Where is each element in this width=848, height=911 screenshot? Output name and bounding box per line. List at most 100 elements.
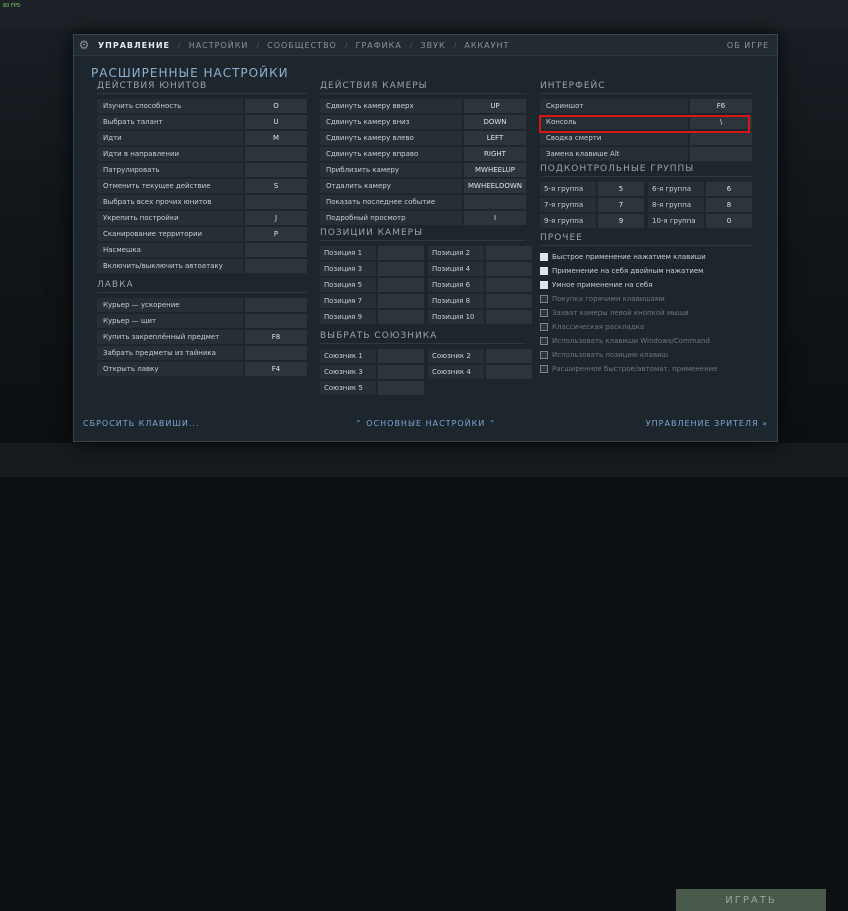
option-checkbox-row[interactable]: Умное применение на себя [540,278,752,292]
checkbox-label: Применение на себя двойным нажатием [552,267,704,275]
option-checkbox-row[interactable]: Расширенное быстрое/автомат. применение [540,362,752,376]
spectator-controls-link[interactable]: УПРАВЛЕНИЕ ЗРИТЕЛЯ » [646,419,768,428]
grid-keybind-key-field[interactable] [486,294,532,308]
tab-controls[interactable]: УПРАВЛЕНИЕ [98,41,170,50]
keybind-key-field[interactable]: U [245,115,307,129]
grid-keybind-key-field[interactable] [378,381,424,395]
keybind-key-field[interactable]: P [245,227,307,241]
grid-keybind-key-field[interactable] [378,262,424,276]
grid-keybind-row: 6-я группа 6 [648,181,752,197]
grid-keybind-key-field[interactable]: 5 [598,182,644,196]
keybind-label: Показать последнее событие [320,195,462,209]
keybind-key-field[interactable] [245,147,307,161]
option-checkbox-row[interactable]: Применение на себя двойным нажатием [540,264,752,278]
keybind-key-field[interactable] [245,298,307,312]
keybind-row: Забрать предметы из тайника [97,345,307,361]
tab-settings[interactable]: НАСТРОЙКИ [189,41,249,50]
grid-keybind-key-field[interactable] [486,365,532,379]
basic-settings-link[interactable]: ⌃ ОСНОВНЫЕ НАСТРОЙКИ ⌃ [355,419,497,428]
option-checkbox-row[interactable]: Покупка горячими клавишами [540,292,752,306]
tab-sound[interactable]: ЗВУК [420,41,445,50]
keybind-label: Скриншот [540,99,688,113]
keybind-key-field[interactable]: RIGHT [464,147,526,161]
keybind-key-field[interactable] [245,195,307,209]
checkbox[interactable] [540,351,548,359]
grid-keybind-key-field[interactable] [378,349,424,363]
keybind-key-field[interactable] [690,131,752,145]
keybind-key-field[interactable] [245,346,307,360]
grid-keybind-key-field[interactable] [486,262,532,276]
tab-graphics[interactable]: ГРАФИКА [356,41,402,50]
grid-keybind-label: Союзник 4 [428,365,484,379]
grid-keybind-key-field[interactable]: 0 [706,214,752,228]
grid-keybind-key-field[interactable] [378,246,424,260]
grid-keybind-key-field[interactable] [486,349,532,363]
grid-keybind-key-field[interactable] [486,278,532,292]
option-checkbox-row[interactable]: Захват камеры левой кнопкой мыши [540,306,752,320]
keybind-key-field[interactable]: UP [464,99,526,113]
keybind-row: Выбрать талант U [97,114,307,130]
option-checkbox-row[interactable]: Использовать позицию клавиш [540,348,752,362]
grid-keybind-key-field[interactable]: 6 [706,182,752,196]
checkbox[interactable] [540,323,548,331]
grid-keybind-label: Позиция 8 [428,294,484,308]
section-title-positions: ПОЗИЦИИ КАМЕРЫ [320,228,526,241]
keybind-key-field[interactable]: F4 [245,362,307,376]
grid-keybind-key-field[interactable] [378,365,424,379]
keybind-row: Включить/выключить автоатаку [97,258,307,274]
checkbox[interactable] [540,365,548,373]
play-button[interactable]: ИГРАТЬ [676,889,826,911]
keybind-key-field[interactable]: DOWN [464,115,526,129]
keybind-row: Выбрать всех прочих юнитов [97,194,307,210]
grid-keybind-key-field[interactable] [378,310,424,324]
checkbox[interactable] [540,253,548,261]
about-game-link[interactable]: ОБ ИГРЕ [727,41,769,50]
keybind-key-field[interactable]: O [245,99,307,113]
keybind-key-field[interactable] [245,163,307,177]
reset-keys-link[interactable]: СБРОСИТЬ КЛАВИШИ... [83,419,200,428]
keybind-key-field[interactable]: F6 [690,99,752,113]
keybind-row: Купить закреплённый предмет F8 [97,329,307,345]
checkbox[interactable] [540,267,548,275]
console-highlight-box [539,115,750,133]
grid-keybind-label: 9-я группа [540,214,596,228]
grid-keybind-key-field[interactable] [378,278,424,292]
section-title-shop: ЛАВКА [97,280,307,293]
keybind-key-field[interactable]: I [464,211,526,225]
keybind-key-field[interactable] [245,314,307,328]
grid-keybind-row: Позиция 2 [428,245,532,261]
keybind-key-field[interactable]: M [245,131,307,145]
option-checkbox-row[interactable]: Классическая раскладка [540,320,752,334]
keybind-key-field[interactable] [245,243,307,257]
keybind-row: Отдалить камеру MWHEELDOWN [320,178,526,194]
keybind-key-field[interactable] [690,147,752,161]
checkbox[interactable] [540,281,548,289]
option-checkbox-row[interactable]: Использовать клавиши Windows/Command [540,334,752,348]
keybind-key-field[interactable]: S [245,179,307,193]
keybind-key-field[interactable] [464,195,526,209]
checkbox[interactable] [540,337,548,345]
keybind-label: Сдвинуть камеру вниз [320,115,462,129]
keybind-label: Идти в направлении [97,147,243,161]
checkbox[interactable] [540,309,548,317]
grid-keybind-key-field[interactable]: 7 [598,198,644,212]
tab-community[interactable]: СООБЩЕСТВО [267,41,337,50]
keybind-key-field[interactable]: J [245,211,307,225]
keybind-label: Приблизить камеру [320,163,462,177]
keybind-key-field[interactable]: LEFT [464,131,526,145]
camera-list: Сдвинуть камеру вверх UP Сдвинуть камеру в… [320,98,526,226]
keybind-row: Показать последнее событие [320,194,526,210]
keybind-key-field[interactable]: MWHEELDOWN [464,179,526,193]
tab-account[interactable]: АККАУНТ [464,41,509,50]
section-title-allies: ВЫБРАТЬ СОЮЗНИКА [320,331,526,344]
keybind-key-field[interactable] [245,259,307,273]
grid-keybind-key-field[interactable] [378,294,424,308]
grid-keybind-key-field[interactable] [486,310,532,324]
grid-keybind-key-field[interactable]: 8 [706,198,752,212]
keybind-key-field[interactable]: F8 [245,330,307,344]
option-checkbox-row[interactable]: Быстрое применение нажатием клавиши [540,250,752,264]
checkbox[interactable] [540,295,548,303]
grid-keybind-key-field[interactable] [486,246,532,260]
keybind-key-field[interactable]: MWHEELUP [464,163,526,177]
grid-keybind-key-field[interactable]: 9 [598,214,644,228]
